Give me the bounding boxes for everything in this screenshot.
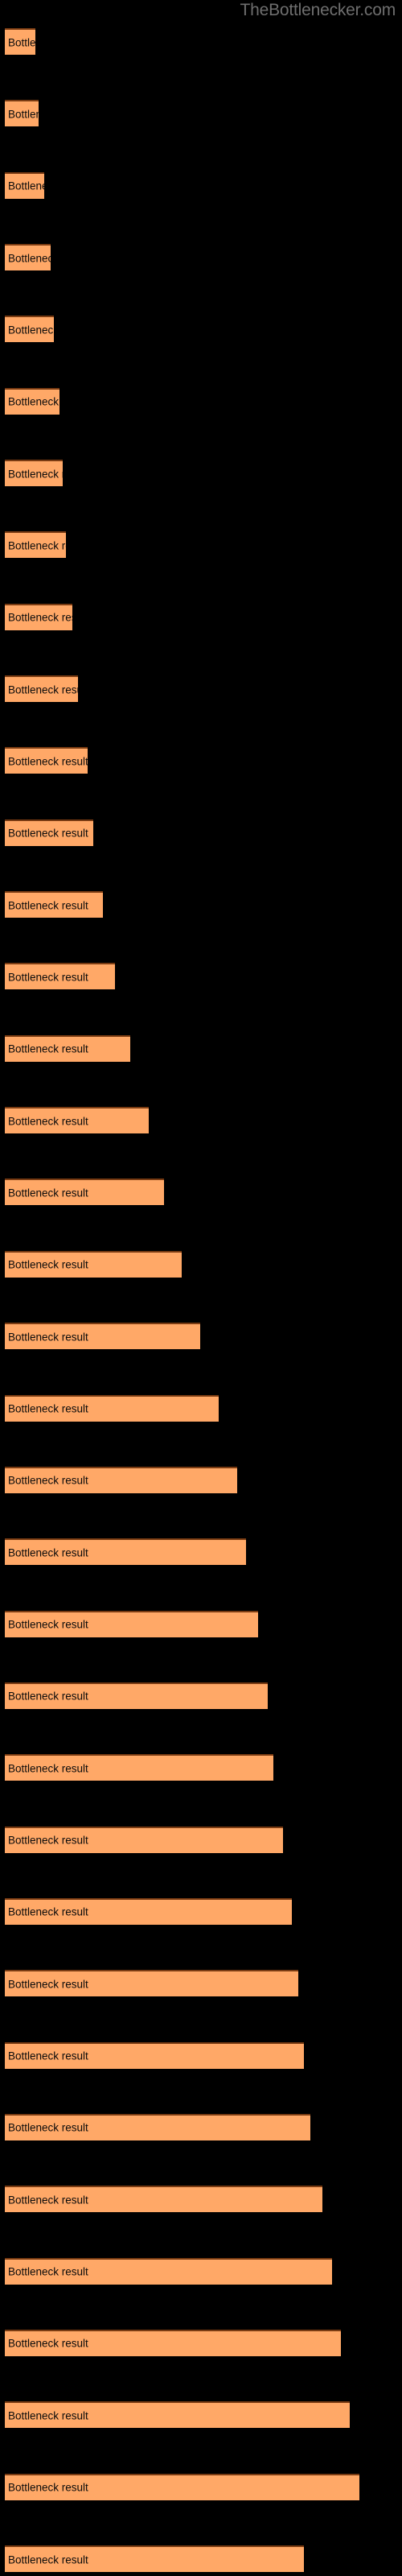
bar[interactable]: Bottleneck result [5, 2545, 305, 2572]
bar-label: Bottleneck result [8, 2409, 88, 2422]
bar-label: Bottleneck result [8, 468, 63, 481]
bar-label: Bottleneck result [8, 2481, 88, 2494]
bar-label: Bottleneck result [8, 36, 35, 48]
bar-label: Bottleneck result [8, 611, 72, 624]
bar-label: Bottleneck result [8, 1187, 88, 1199]
bar[interactable]: Bottleneck result [5, 1538, 247, 1566]
bar-label: Bottleneck result [8, 1258, 88, 1271]
bar[interactable]: Bottleneck result [5, 316, 54, 343]
bar[interactable]: Bottleneck result [5, 963, 115, 990]
bar[interactable]: Bottleneck result [5, 1394, 219, 1422]
bar-label: Bottleneck result [8, 827, 88, 840]
bar-label: Bottleneck result [8, 2265, 88, 2278]
bar[interactable]: Bottleneck result [5, 2401, 351, 2429]
bar[interactable]: Bottleneck result [5, 2113, 310, 2140]
bar[interactable]: Bottleneck result [5, 1754, 274, 1781]
bar[interactable]: Bottleneck result [5, 244, 51, 271]
bar[interactable]: Bottleneck result [5, 1610, 259, 1637]
bottleneck-chart: TheBottlenecker.com Bottleneck resultBot… [0, 0, 402, 2576]
bar-label: Bottleneck result [8, 1834, 88, 1847]
bar[interactable]: Bottleneck result [5, 1250, 183, 1278]
bar[interactable]: Bottleneck result [5, 747, 88, 774]
bar[interactable]: Bottleneck result [5, 531, 66, 559]
bar[interactable]: Bottleneck result [5, 2473, 359, 2500]
bar-label: Bottleneck result [8, 971, 88, 984]
bar-label: Bottleneck result [8, 1115, 88, 1128]
bar[interactable]: Bottleneck result [5, 891, 103, 919]
bar-label: Bottleneck result [8, 252, 51, 265]
bar-label: Bottleneck result [8, 324, 54, 336]
bar-label: Bottleneck result [8, 899, 88, 912]
bar-label: Bottleneck result [8, 539, 66, 552]
bar[interactable]: Bottleneck result [5, 2041, 305, 2069]
bar-label: Bottleneck result [8, 2553, 88, 2566]
bar-label: Bottleneck result [8, 2050, 88, 2062]
bar[interactable]: Bottleneck result [5, 2186, 323, 2213]
bar-label: Bottleneck result [8, 1978, 88, 1991]
bar-label: Bottleneck result [8, 2337, 88, 2350]
bar-label: Bottleneck result [8, 1546, 88, 1559]
bar[interactable]: Bottleneck result [5, 28, 35, 55]
bar[interactable]: Bottleneck result [5, 1034, 130, 1062]
bar-label: Bottleneck result [8, 1690, 88, 1703]
bar-label: Bottleneck result [8, 1905, 88, 1918]
bar-label: Bottleneck result [8, 1331, 88, 1344]
plot-area: Bottleneck result Bottleneck result Bottle… [0, 0, 402, 2576]
bar-label: Bottleneck result [8, 755, 88, 768]
bar[interactable]: Bottleneck result [5, 1323, 201, 1350]
bar-label: Bottleneck result [8, 1474, 88, 1487]
bar-label: Bottleneck result [8, 108, 39, 121]
bar[interactable]: Bottleneck result [5, 2329, 341, 2356]
bar[interactable]: Bottleneck result [5, 1826, 283, 1853]
bar-label: Bottleneck result [8, 2194, 88, 2207]
bar-label: Bottleneck result [8, 1762, 88, 1775]
bar[interactable]: Bottleneck result [5, 819, 94, 846]
bar-label: Bottleneck result [8, 395, 59, 408]
bar[interactable]: Bottleneck result [5, 675, 79, 703]
bar[interactable]: Bottleneck result [5, 2257, 332, 2285]
bar[interactable]: Bottleneck result [5, 1179, 164, 1206]
bar[interactable]: Bottleneck result [5, 1466, 237, 1493]
bar[interactable]: Bottleneck result [5, 460, 64, 487]
bar[interactable]: Bottleneck result [5, 1970, 298, 1997]
bar[interactable]: Bottleneck result [5, 1897, 293, 1925]
bar-label: Bottleneck result [8, 1042, 88, 1055]
bar-label: Bottleneck result [8, 1618, 88, 1631]
bar[interactable]: Bottleneck result [5, 171, 45, 199]
bar-label: Bottleneck result [8, 683, 78, 696]
bar-label: Bottleneck result [8, 180, 44, 192]
bar[interactable]: Bottleneck result [5, 100, 39, 127]
bar[interactable]: Bottleneck result [5, 1682, 268, 1709]
bar[interactable]: Bottleneck result [5, 603, 72, 630]
bar-label: Bottleneck result [8, 2121, 88, 2134]
bar[interactable]: Bottleneck result [5, 1107, 149, 1134]
bar[interactable]: Bottleneck result [5, 387, 60, 415]
bar-label: Bottleneck result [8, 1402, 88, 1415]
